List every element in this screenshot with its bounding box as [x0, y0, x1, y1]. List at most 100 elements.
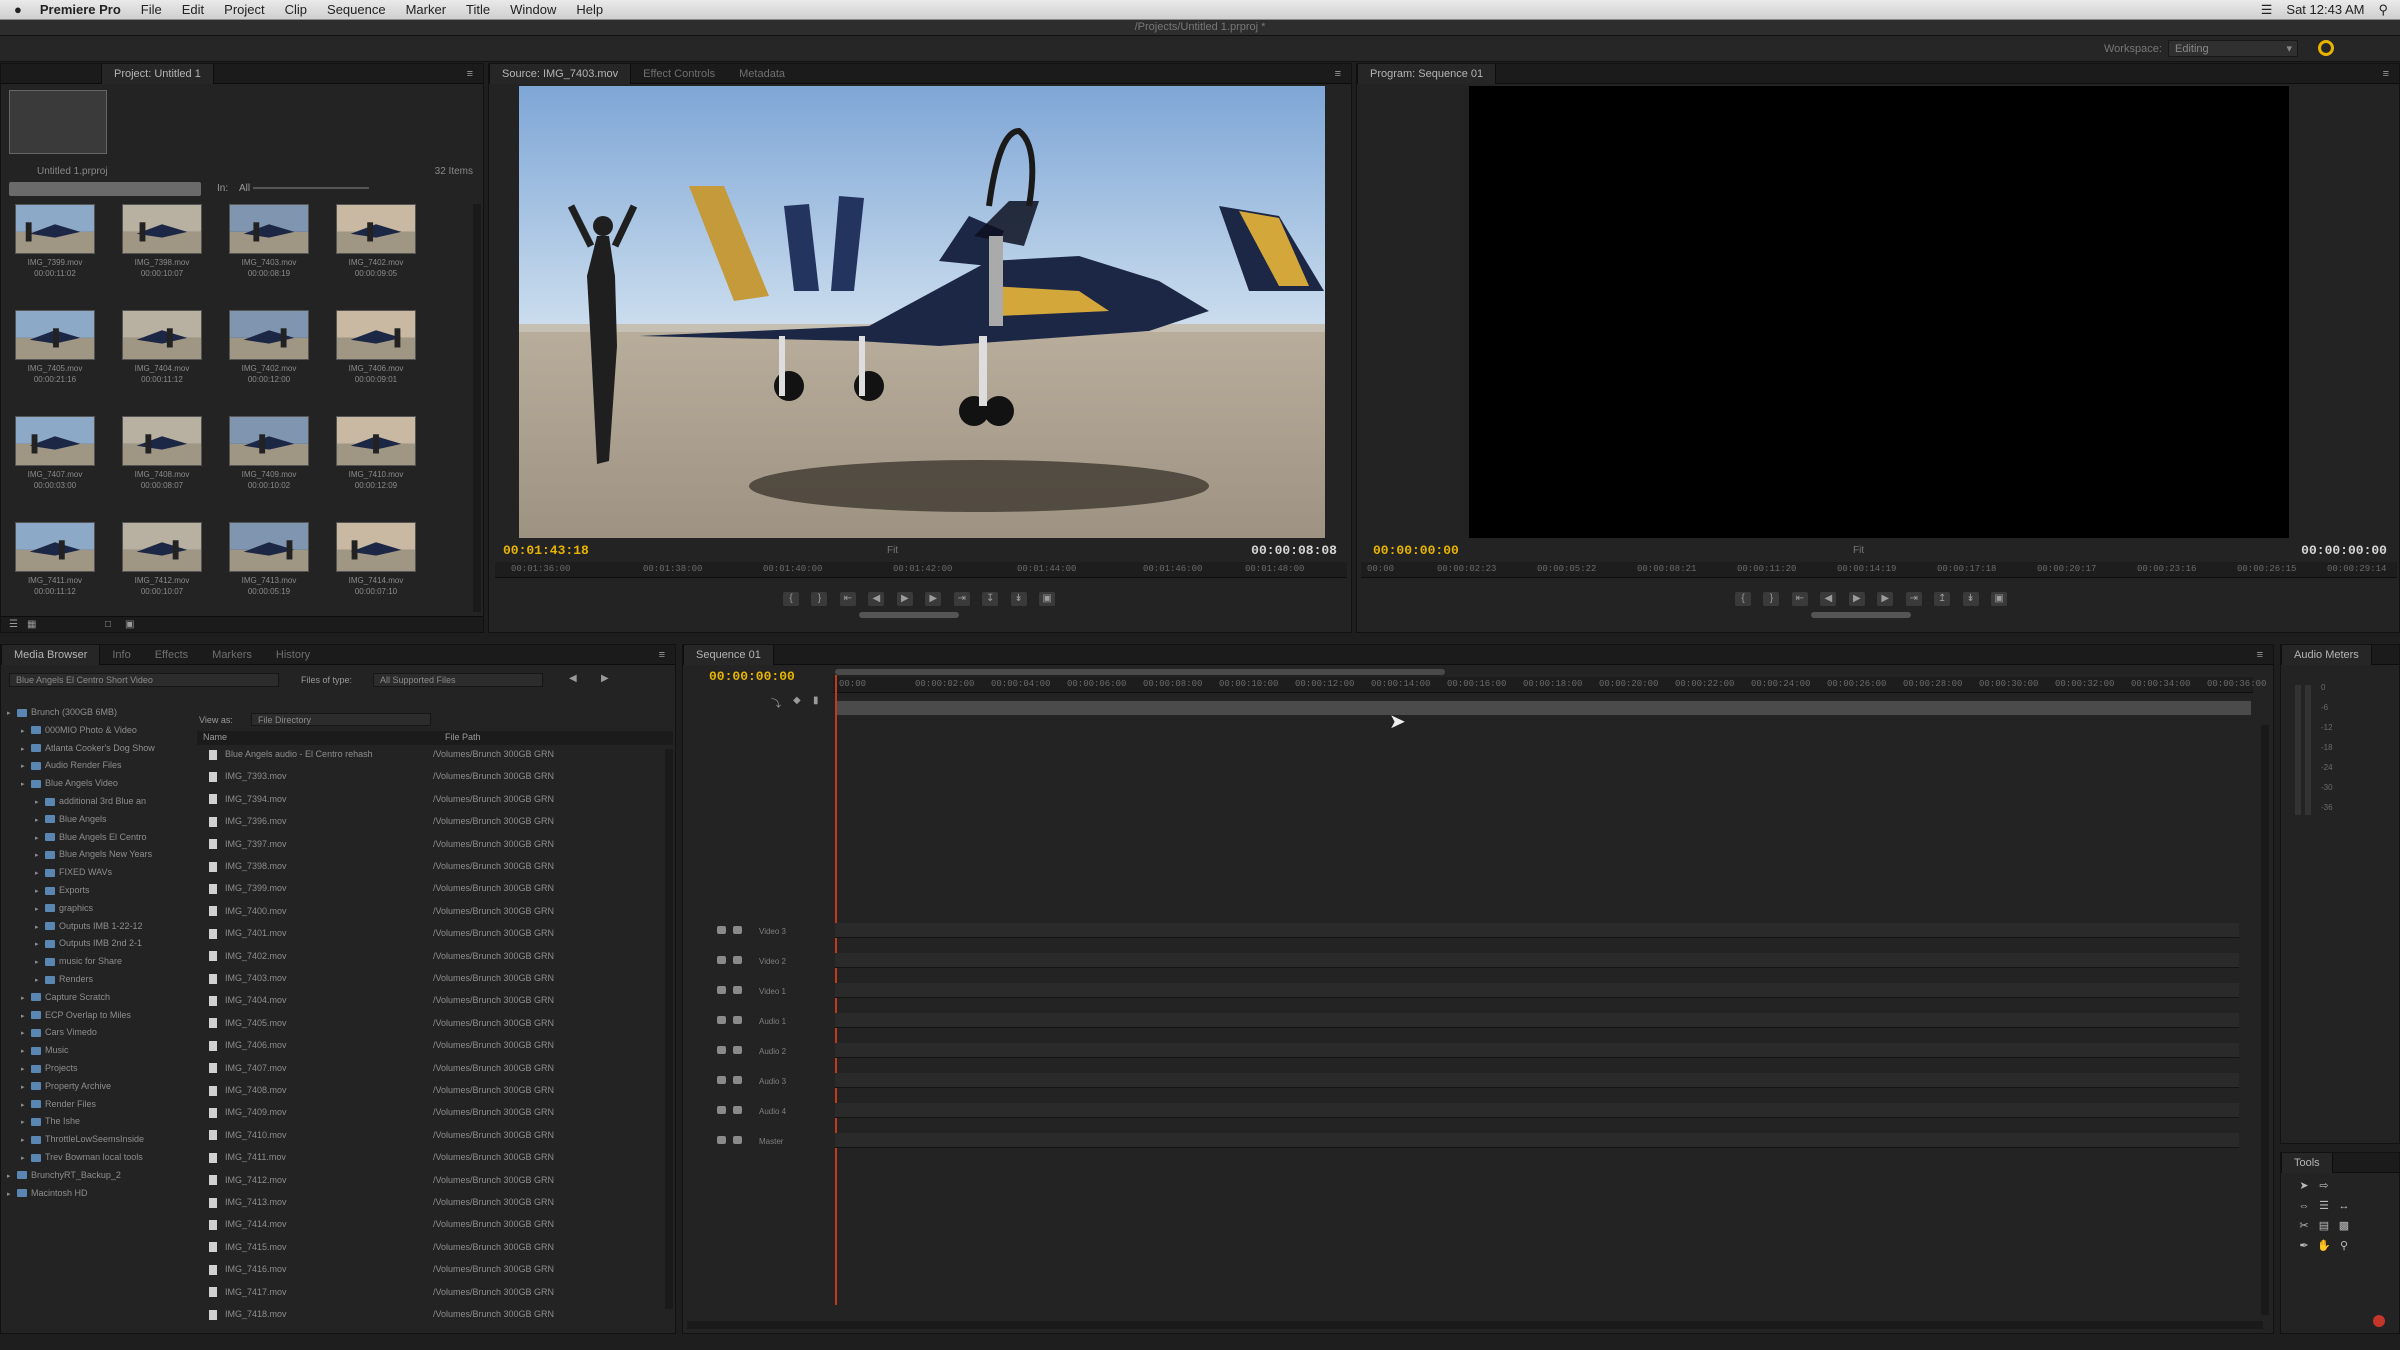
folder-tree-item[interactable]: ▸ Blue Angels Video [7, 778, 118, 789]
tab-program[interactable]: Program: Sequence 01 [1357, 63, 1497, 84]
panel-menu-icon[interactable]: ≡ [2257, 649, 2263, 661]
clip-thumbnail[interactable] [122, 204, 202, 254]
mark-out-icon[interactable]: } [1763, 591, 1780, 606]
folder-tree-item[interactable]: ▸ music for Share [7, 956, 122, 967]
selection-tool-icon[interactable]: ➤ [2297, 1179, 2311, 1193]
wifi-icon[interactable]: ☰ [2261, 2, 2273, 18]
file-list-item[interactable]: IMG_7394.mov/Volumes/Brunch 300GB GRN [197, 794, 647, 809]
tab-tools[interactable]: Tools [2281, 1152, 2333, 1173]
folder-tree-item[interactable]: ▸ Capture Scratch [7, 992, 110, 1003]
source-video-frame[interactable] [519, 86, 1325, 538]
tab-project[interactable]: Project: Untitled 1 [101, 63, 214, 84]
track-visibility-icon[interactable] [717, 1046, 726, 1054]
spotlight-icon[interactable]: ⚲ [2378, 2, 2388, 18]
col-name-header[interactable]: Name [203, 732, 227, 742]
file-list-item[interactable]: Blue Angels audio - El Centro rehash/Vol… [197, 749, 647, 764]
tab-media-browser[interactable]: Media Browser [1, 644, 101, 665]
folder-tree-item[interactable]: ▸ Blue Angels El Centro [7, 832, 147, 843]
track-lane[interactable] [835, 1133, 2239, 1148]
back-arrow-icon[interactable]: ◀ [569, 673, 577, 684]
file-list-item[interactable]: IMG_7413.mov/Volumes/Brunch 300GB GRN [197, 1197, 647, 1212]
tab-metadata[interactable]: Metadata [727, 64, 797, 84]
track-lock-icon[interactable] [733, 1106, 742, 1114]
jog-slider[interactable] [859, 612, 959, 618]
track-lock-icon[interactable] [733, 1076, 742, 1084]
rolling-edit-tool-icon[interactable]: ☰ [2317, 1199, 2331, 1213]
mark-in-icon[interactable]: { [783, 591, 799, 606]
step-forward-icon[interactable]: ▶ [925, 591, 942, 606]
play-icon[interactable]: ▶ [896, 591, 913, 606]
go-to-out-icon[interactable]: ⇥ [953, 591, 970, 606]
icon-view-icon[interactable]: ▦ [27, 619, 36, 630]
folder-tree-item[interactable]: ▸ Macintosh HD [7, 1188, 88, 1199]
folder-tree-item[interactable]: ▸ Blue Angels New Years [7, 849, 152, 860]
file-list-item[interactable]: IMG_7414.mov/Volumes/Brunch 300GB GRN [197, 1219, 647, 1234]
tab-sequence-01[interactable]: Sequence 01 [683, 644, 774, 665]
program-ruler[interactable]: 00:00 00:00:02:23 00:00:05:22 00:00:08:2… [1361, 562, 2397, 578]
panel-menu-icon[interactable]: ≡ [2383, 68, 2389, 80]
clip-thumbnail[interactable] [229, 522, 309, 572]
folder-tree-item[interactable]: ▸ Brunch (300GB 6MB) [7, 707, 117, 718]
folder-tree-item[interactable]: ▸ Trev Bowman local tools [7, 1152, 143, 1163]
menu-window[interactable]: Window [510, 2, 556, 17]
track-lane[interactable] [835, 1043, 2239, 1058]
hand-tool-icon[interactable]: ✋ [2317, 1239, 2331, 1253]
folder-tree-item[interactable]: ▸ Exports [7, 885, 90, 896]
clip-thumbnail[interactable] [15, 310, 95, 360]
track-lock-icon[interactable] [733, 956, 742, 964]
insert-icon[interactable]: ↧ [982, 591, 999, 606]
folder-tree-item[interactable]: ▸ Outputs IMB 2nd 2-1 [7, 938, 142, 949]
ripple-edit-tool-icon[interactable]: ⇔ [2297, 1199, 2311, 1213]
track-lane[interactable] [835, 1013, 2239, 1028]
clip-thumbnail[interactable] [122, 416, 202, 466]
menu-marker[interactable]: Marker [406, 2, 446, 17]
snap-icon[interactable]: ⤵ [771, 695, 781, 710]
file-list-item[interactable]: IMG_7406.mov/Volumes/Brunch 300GB GRN [197, 1040, 647, 1055]
clip-thumbnail[interactable] [336, 310, 416, 360]
clip-thumbnail[interactable] [336, 416, 416, 466]
timeline-vertical-scrollbar[interactable] [2261, 725, 2269, 1315]
file-list-item[interactable]: IMG_7416.mov/Volumes/Brunch 300GB GRN [197, 1264, 647, 1279]
track-visibility-icon[interactable] [717, 1076, 726, 1084]
folder-tree-item[interactable]: ▸ Render Files [7, 1099, 96, 1110]
track-lock-icon[interactable] [733, 1136, 742, 1144]
forward-arrow-icon[interactable]: ▶ [601, 673, 609, 684]
project-search-field[interactable] [9, 182, 201, 196]
track-visibility-icon[interactable] [717, 986, 726, 994]
list-view-icon[interactable]: ☰ [9, 619, 18, 630]
folder-tree-item[interactable]: ▸ Renders [7, 974, 93, 985]
view-as-dropdown[interactable]: File Directory [251, 713, 431, 726]
folder-tree-item[interactable]: ▸ The Ishe [7, 1116, 80, 1127]
source-current-timecode[interactable]: 00:01:43:18 [503, 543, 589, 558]
clip-thumbnail[interactable] [336, 204, 416, 254]
file-list-item[interactable]: IMG_7412.mov/Volumes/Brunch 300GB GRN [197, 1175, 647, 1190]
track-visibility-icon[interactable] [717, 956, 726, 964]
go-to-in-icon[interactable]: ⇤ [839, 591, 856, 606]
track-lane[interactable] [835, 983, 2239, 998]
track-lock-icon[interactable] [733, 926, 742, 934]
file-list-item[interactable]: IMG_7410.mov/Volumes/Brunch 300GB GRN [197, 1130, 647, 1145]
folder-tree-item[interactable]: ▸ Atlanta Cooker's Dog Show [7, 743, 155, 754]
folder-tree-item[interactable]: ▸ Outputs IMB 1-22-12 [7, 921, 143, 932]
folder-tree-item[interactable]: ▸ additional 3rd Blue an [7, 796, 146, 807]
camera-icon[interactable]: ▣ [1039, 591, 1056, 606]
menu-project[interactable]: Project [224, 2, 264, 17]
new-item-icon[interactable]: ▣ [125, 619, 134, 630]
clip-thumbnail[interactable] [122, 522, 202, 572]
menu-title[interactable]: Title [466, 2, 490, 17]
file-list-item[interactable]: IMG_7418.mov/Volumes/Brunch 300GB GRN [197, 1309, 647, 1324]
file-list-item[interactable]: IMG_7402.mov/Volumes/Brunch 300GB GRN [197, 951, 647, 966]
track-select-tool-icon[interactable]: ⇨ [2317, 1179, 2331, 1193]
folder-tree-item[interactable]: ▸ Blue Angels [7, 814, 107, 825]
step-back-icon[interactable]: ◀ [1820, 591, 1837, 606]
add-marker-icon[interactable]: ◆ [793, 695, 801, 706]
timeline-horizontal-scrollbar[interactable] [687, 1321, 2263, 1329]
tab-info[interactable]: Info [100, 645, 142, 665]
panel-menu-icon[interactable]: ≡ [467, 68, 473, 80]
menu-sequence[interactable]: Sequence [327, 2, 386, 17]
file-list-item[interactable]: IMG_7417.mov/Volumes/Brunch 300GB GRN [197, 1287, 647, 1302]
track-lock-icon[interactable] [733, 1016, 742, 1024]
step-back-icon[interactable]: ◀ [868, 591, 885, 606]
sync-status-icon[interactable] [2318, 40, 2334, 56]
folder-tree-item[interactable]: ▸ ECP Overlap to Miles [7, 1010, 131, 1021]
